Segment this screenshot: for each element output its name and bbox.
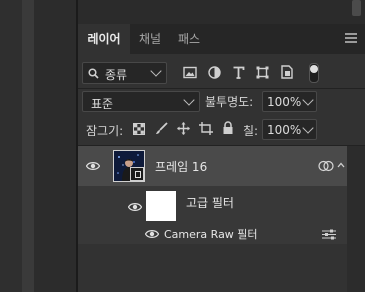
layers-scrollbar[interactable] bbox=[347, 146, 365, 292]
workspace-canvas-edge bbox=[34, 0, 76, 292]
fill-field[interactable]: 100% bbox=[262, 119, 317, 140]
workspace-left-strip bbox=[0, 0, 22, 292]
lock-position-icon[interactable] bbox=[177, 122, 190, 135]
chevron-down-icon bbox=[183, 94, 195, 106]
layer-kind-filter-select[interactable]: 종류 bbox=[82, 62, 167, 84]
filter-toggle-icon[interactable] bbox=[309, 63, 319, 83]
lock-artboard-icon[interactable] bbox=[199, 122, 213, 135]
layer-name[interactable]: 프레임 16 bbox=[155, 158, 207, 175]
chevron-down-icon bbox=[302, 122, 314, 134]
visibility-eye-icon[interactable] bbox=[145, 229, 159, 239]
panel-menu-icon[interactable] bbox=[345, 33, 357, 43]
opacity-value: 100% bbox=[267, 95, 302, 109]
chevron-down-icon bbox=[150, 65, 162, 77]
workspace-scrollbar[interactable] bbox=[22, 0, 34, 292]
visibility-eye-icon[interactable] bbox=[86, 161, 100, 171]
tab-channels[interactable]: 채널 bbox=[130, 24, 170, 54]
opacity-label: 불투명도: bbox=[205, 95, 254, 109]
lock-all-icon[interactable] bbox=[222, 121, 234, 135]
blend-mode-select[interactable]: 표준 bbox=[82, 91, 200, 112]
fill-value: 100% bbox=[267, 123, 302, 137]
search-icon bbox=[88, 68, 99, 79]
shape-filter-icon[interactable] bbox=[256, 66, 269, 79]
previous-panel-scrollbar[interactable] bbox=[352, 0, 361, 16]
filter-blending-options-icon[interactable] bbox=[322, 229, 336, 240]
smart-filters-label: 고급 필터 bbox=[186, 196, 234, 210]
smart-object-badge-icon bbox=[130, 167, 144, 181]
lock-image-pixels-icon[interactable] bbox=[155, 122, 168, 135]
blend-mode-value: 표준 bbox=[91, 97, 114, 111]
fill-label: 칠: bbox=[243, 124, 259, 138]
camera-raw-filter-label: Camera Raw 필터 bbox=[164, 228, 258, 241]
smart-filter-indicator-icon[interactable] bbox=[318, 160, 334, 172]
visibility-eye-icon[interactable] bbox=[128, 202, 142, 212]
kind-filter-label: 종류 bbox=[105, 68, 128, 82]
lock-label: 잠그기: bbox=[86, 124, 124, 138]
type-filter-icon[interactable] bbox=[232, 66, 245, 79]
divider bbox=[78, 88, 365, 89]
collapse-effects-chevron-icon[interactable] bbox=[337, 162, 345, 168]
filter-mask-thumbnail[interactable] bbox=[146, 191, 176, 221]
tab-paths[interactable]: 패스 bbox=[170, 24, 208, 54]
opacity-field[interactable]: 100% bbox=[262, 91, 317, 112]
previous-panel-bottom bbox=[78, 0, 365, 24]
adjustment-filter-icon[interactable] bbox=[208, 66, 221, 79]
tab-layers[interactable]: 레이어 bbox=[78, 24, 130, 54]
lock-transparent-pixels-icon[interactable] bbox=[133, 123, 145, 135]
chevron-down-icon bbox=[302, 94, 314, 106]
smart-object-filter-icon[interactable] bbox=[281, 65, 293, 79]
image-filter-icon[interactable] bbox=[183, 66, 197, 79]
